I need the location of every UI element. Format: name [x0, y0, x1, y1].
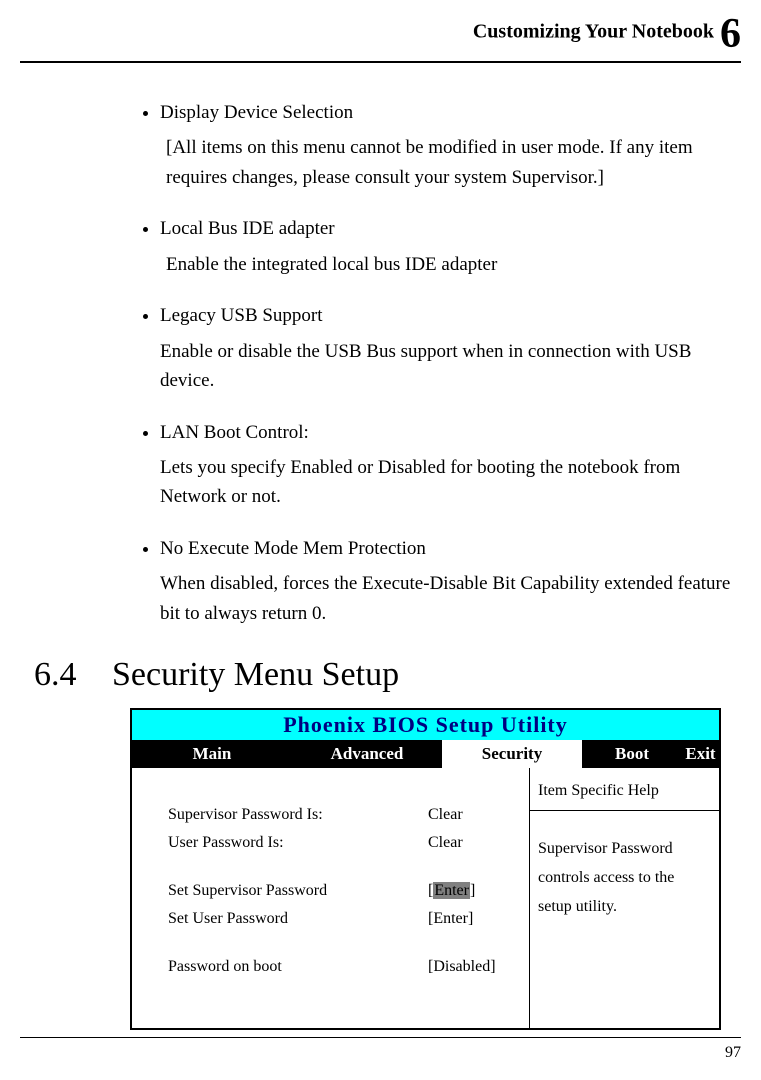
setting-label: Password on boot — [168, 958, 428, 976]
highlighted-value: Enter — [433, 882, 470, 899]
table-row: Password on boot [Disabled] — [168, 958, 519, 976]
bios-settings-panel: Supervisor Password Is: Clear User Passw… — [132, 768, 529, 1028]
setting-value: [Disabled] — [428, 958, 496, 976]
page-number: 97 — [725, 1044, 741, 1061]
item-title: LAN Boot Control: — [160, 418, 731, 447]
bios-help-panel: Item Specific Help Supervisor Password c… — [529, 768, 719, 1028]
bios-title: Phoenix BIOS Setup Utility — [132, 710, 719, 740]
help-body: Supervisor Password controls access to t… — [530, 811, 719, 929]
setting-label: Supervisor Password Is: — [168, 806, 428, 824]
item-desc: Lets you specify Enabled or Disabled for… — [160, 453, 731, 512]
item-desc: [All items on this menu cannot be modifi… — [166, 133, 731, 192]
tab-boot: Boot — [582, 740, 682, 768]
tab-security: Security — [442, 740, 582, 768]
bios-tabs: Main Advanced Security Boot Exit — [132, 740, 719, 768]
item-desc: Enable or disable the USB Bus support wh… — [160, 337, 731, 396]
list-item: No Execute Mode Mem Protection When disa… — [160, 534, 731, 628]
list-item: Local Bus IDE adapter Enable the integra… — [160, 214, 731, 279]
bios-setup-screenshot: Phoenix BIOS Setup Utility Main Advanced… — [130, 708, 721, 1030]
table-row: User Password Is: Clear — [168, 834, 519, 852]
setting-value: [Enter] — [428, 910, 473, 928]
setting-value: Clear — [428, 806, 463, 824]
section-title: Security Menu Setup — [112, 656, 399, 693]
setting-value: [Enter] — [428, 882, 475, 900]
help-title: Item Specific Help — [530, 768, 719, 811]
list-item: Legacy USB Support Enable or disable the… — [160, 301, 731, 395]
list-item: Display Device Selection [All items on t… — [160, 98, 731, 192]
item-title: Legacy USB Support — [160, 301, 731, 330]
header-title: Customizing Your Notebook — [473, 21, 714, 43]
setting-value: Clear — [428, 834, 463, 852]
table-row: Set Supervisor Password [Enter] — [168, 882, 519, 900]
section-number: 6.4 — [34, 656, 112, 694]
item-title: Local Bus IDE adapter — [160, 214, 731, 243]
setting-label: Set User Password — [168, 910, 428, 928]
setting-label: User Password Is: — [168, 834, 428, 852]
item-desc: When disabled, forces the Execute-Disabl… — [160, 569, 731, 628]
list-item: LAN Boot Control: Lets you specify Enabl… — [160, 418, 731, 512]
item-title: No Execute Mode Mem Protection — [160, 534, 731, 563]
bullet-list: Display Device Selection [All items on t… — [130, 98, 731, 628]
tab-advanced: Advanced — [292, 740, 442, 768]
chapter-number: 6 — [720, 11, 741, 57]
setting-label: Set Supervisor Password — [168, 882, 428, 900]
item-desc: Enable the integrated local bus IDE adap… — [166, 250, 731, 279]
section-heading: 6.4Security Menu Setup — [34, 656, 741, 694]
page-footer: 97 — [20, 1037, 741, 1062]
table-row: Set User Password [Enter] — [168, 910, 519, 928]
tab-main: Main — [132, 740, 292, 768]
table-row: Supervisor Password Is: Clear — [168, 806, 519, 824]
item-title: Display Device Selection — [160, 98, 731, 127]
tab-exit: Exit — [682, 740, 719, 768]
page-header: Customizing Your Notebook 6 — [20, 10, 741, 63]
